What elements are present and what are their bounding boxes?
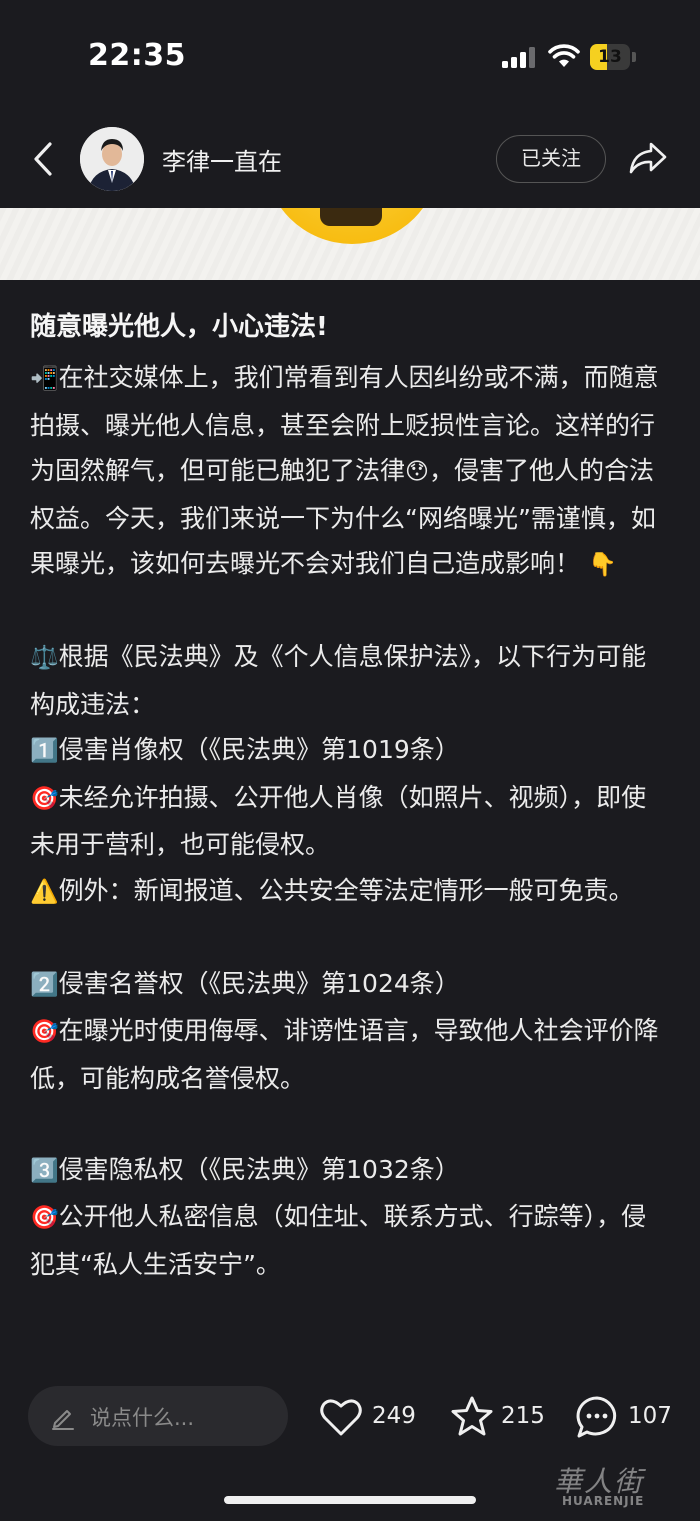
chevron-left-icon[interactable]: [30, 140, 58, 178]
post-paragraph: 📲在社交媒体上，我们常看到有人因纠纷或不满，而随意拍摄、曝光他人信息，甚至会附上…: [30, 363, 659, 578]
share-arrow-icon[interactable]: [628, 140, 668, 176]
target-icon: 🎯: [30, 1205, 59, 1231]
list-item: 1️⃣侵害肖像权（《民法典》第1019条）: [30, 735, 460, 764]
post-title: 随意曝光他人，小心违法!: [30, 312, 328, 342]
wifi-icon: [548, 44, 580, 67]
battery-icon: 13: [590, 44, 636, 70]
target-icon: 🎯: [30, 1019, 59, 1045]
post-content: 随意曝光他人，小心违法! 📲在社交媒体上，我们常看到有人因纠纷或不满，而随意拍摄…: [30, 290, 670, 1360]
mobile-phone-arrow-icon: 📲: [30, 366, 59, 392]
pen-icon: [52, 1410, 74, 1430]
status-time: 22:35: [88, 38, 186, 73]
author-avatar[interactable]: [80, 127, 144, 191]
keycap-2-icon: 2️⃣: [30, 971, 59, 998]
keycap-3-icon: 3️⃣: [30, 1157, 59, 1184]
speech-bubble-icon: [576, 1396, 617, 1438]
bottom-action-bar: 说点什么... 249 215 107 華人街 HUARENJIE: [0, 1370, 700, 1521]
post-header: 李律一直在 已关注: [0, 110, 700, 208]
hushed-face-icon: 😯: [405, 459, 429, 485]
watermark-logo: 華人街 HUARENJIE: [548, 1460, 688, 1516]
post-image[interactable]: [0, 208, 700, 280]
comment-count: 107: [628, 1403, 672, 1429]
list-item: 🎯未经允许拍摄、公开他人肖像（如照片、视频），即使未用于营利，也可能侵权。: [30, 782, 647, 860]
comment-button[interactable]: 107: [574, 1394, 674, 1440]
scales-icon: ⚖️: [30, 645, 59, 671]
favorite-button[interactable]: 215: [449, 1394, 549, 1440]
list-item: ⚠️例外：新闻报道、公共安全等法定情形一般可免责。: [30, 875, 634, 905]
post-paragraph: ⚖️根据《民法典》及《个人信息保护法》，以下行为可能构成违法：: [30, 642, 647, 719]
comment-placeholder: 说点什么...: [90, 1406, 195, 1430]
list-item: 3️⃣侵害隐私权（《民法典》第1032条）: [30, 1154, 460, 1184]
follow-button[interactable]: 已关注: [496, 135, 606, 183]
home-indicator[interactable]: [224, 1496, 476, 1504]
pointing-down-icon: 👇: [587, 552, 617, 578]
battery-level: 13: [598, 47, 622, 67]
target-icon: 🎯: [30, 785, 59, 812]
status-bar: 22:35 13: [0, 0, 700, 110]
emoji-mouth-image: [320, 208, 382, 226]
list-item: 🎯在曝光时使用侮辱、诽谤性语言，导致他人社会评价降低，可能构成名誉侵权。: [30, 1016, 659, 1093]
heart-icon: [320, 1399, 362, 1436]
comment-input[interactable]: 说点什么...: [28, 1386, 288, 1446]
author-name[interactable]: 李律一直在: [162, 142, 282, 177]
like-count: 249: [372, 1403, 416, 1429]
list-item: 🎯公开他人私密信息（如住址、联系方式、行踪等），侵犯其“私人生活安宁”。: [30, 1202, 647, 1279]
like-button[interactable]: 249: [318, 1394, 418, 1440]
star-icon: [451, 1396, 493, 1436]
watermark-en: HUARENJIE: [562, 1494, 645, 1508]
list-item: 2️⃣侵害名誉权（《民法典》第1024条）: [30, 968, 460, 998]
cellular-signal-icon: [502, 46, 536, 68]
favorite-count: 215: [501, 1403, 545, 1429]
keycap-1-icon: 1️⃣: [30, 738, 59, 764]
warning-icon: ⚠️: [30, 878, 59, 905]
